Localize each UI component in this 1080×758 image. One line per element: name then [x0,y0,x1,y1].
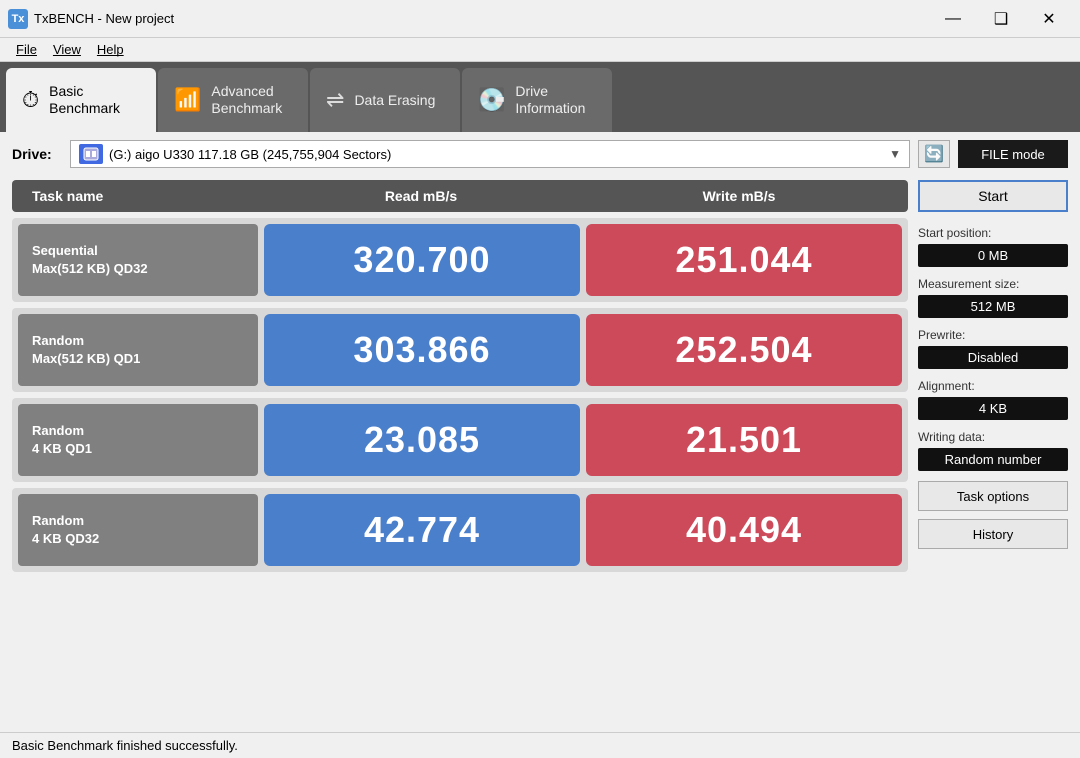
usb-icon [79,144,103,164]
drive-row: Drive: (G:) aigo U330 117.18 GB (245,755… [12,140,1068,168]
read-value-1: 303.866 [264,314,580,386]
write-value-2: 21.501 [586,404,902,476]
tab-basic-benchmark[interactable]: ⏱ BasicBenchmark [6,68,156,132]
read-value-0: 320.700 [264,224,580,296]
menubar: File View Help [0,38,1080,62]
table-row: RandomMax(512 KB) QD1 303.866 252.504 [12,308,908,392]
data-erasing-icon: ⇌ [326,87,344,113]
prewrite-label: Prewrite: [918,328,1068,342]
main-content: Drive: (G:) aigo U330 117.18 GB (245,755… [0,132,1080,732]
read-value-3: 42.774 [264,494,580,566]
table-header: Task name Read mB/s Write mB/s [12,180,908,212]
status-text: Basic Benchmark finished successfully. [12,738,238,753]
start-position-value: 0 MB [918,244,1068,267]
col-read: Read mB/s [262,188,580,204]
tab-drive-information[interactable]: 💽 DriveInformation [462,68,612,132]
alignment-label: Alignment: [918,379,1068,393]
menu-view[interactable]: View [45,40,89,59]
restore-button[interactable]: ❑ [978,4,1024,34]
tab-erasing-label: Data Erasing [354,92,435,109]
task-label-0: SequentialMax(512 KB) QD32 [18,224,258,296]
refresh-drive-button[interactable]: 🔄 [918,140,950,168]
writing-data-value: Random number [918,448,1068,471]
file-mode-button[interactable]: FILE mode [958,140,1068,168]
sidebar-controls: Start Start position: 0 MB Measurement s… [918,180,1068,724]
col-task-name: Task name [22,188,262,204]
alignment-value: 4 KB [918,397,1068,420]
write-value-3: 40.494 [586,494,902,566]
tab-basic-label: BasicBenchmark [49,83,120,117]
drive-select-text: (G:) aigo U330 117.18 GB (245,755,904 Se… [109,147,885,162]
tab-advanced-benchmark[interactable]: 📶 AdvancedBenchmark [158,68,308,132]
start-position-label: Start position: [918,226,1068,240]
write-value-0: 251.044 [586,224,902,296]
task-label-2: Random4 KB QD1 [18,404,258,476]
tab-advanced-label: AdvancedBenchmark [211,83,282,117]
benchmark-table: Task name Read mB/s Write mB/s Sequentia… [12,180,908,724]
window-controls: — ❑ ✕ [930,4,1072,34]
drive-info-icon: 💽 [478,87,505,113]
table-row: Random4 KB QD32 42.774 40.494 [12,488,908,572]
menu-file[interactable]: File [8,40,45,59]
task-label-1: RandomMax(512 KB) QD1 [18,314,258,386]
measurement-size-value: 512 MB [918,295,1068,318]
menu-help[interactable]: Help [89,40,132,59]
writing-data-label: Writing data: [918,430,1068,444]
measurement-size-label: Measurement size: [918,277,1068,291]
titlebar: Tx TxBENCH - New project — ❑ ✕ [0,0,1080,38]
col-write: Write mB/s [580,188,898,204]
tab-bar: ⏱ BasicBenchmark 📶 AdvancedBenchmark ⇌ D… [0,62,1080,132]
history-button[interactable]: History [918,519,1068,549]
content-area: Task name Read mB/s Write mB/s Sequentia… [12,180,1068,724]
tab-data-erasing[interactable]: ⇌ Data Erasing [310,68,460,132]
read-value-2: 23.085 [264,404,580,476]
prewrite-value: Disabled [918,346,1068,369]
app-icon: Tx [8,9,28,29]
tab-driveinfo-label: DriveInformation [515,83,585,117]
task-label-3: Random4 KB QD32 [18,494,258,566]
write-value-1: 252.504 [586,314,902,386]
status-bar: Basic Benchmark finished successfully. [0,732,1080,758]
minimize-button[interactable]: — [930,4,976,34]
advanced-benchmark-icon: 📶 [174,87,201,113]
drive-selector[interactable]: (G:) aigo U330 117.18 GB (245,755,904 Se… [70,140,910,168]
window-title: TxBENCH - New project [34,11,930,26]
table-row: Random4 KB QD1 23.085 21.501 [12,398,908,482]
drive-label: Drive: [12,146,62,162]
close-button[interactable]: ✕ [1026,4,1072,34]
chevron-down-icon: ▼ [889,147,901,161]
table-row: SequentialMax(512 KB) QD32 320.700 251.0… [12,218,908,302]
basic-benchmark-icon: ⏱ [22,87,39,113]
start-button[interactable]: Start [918,180,1068,212]
task-options-button[interactable]: Task options [918,481,1068,511]
